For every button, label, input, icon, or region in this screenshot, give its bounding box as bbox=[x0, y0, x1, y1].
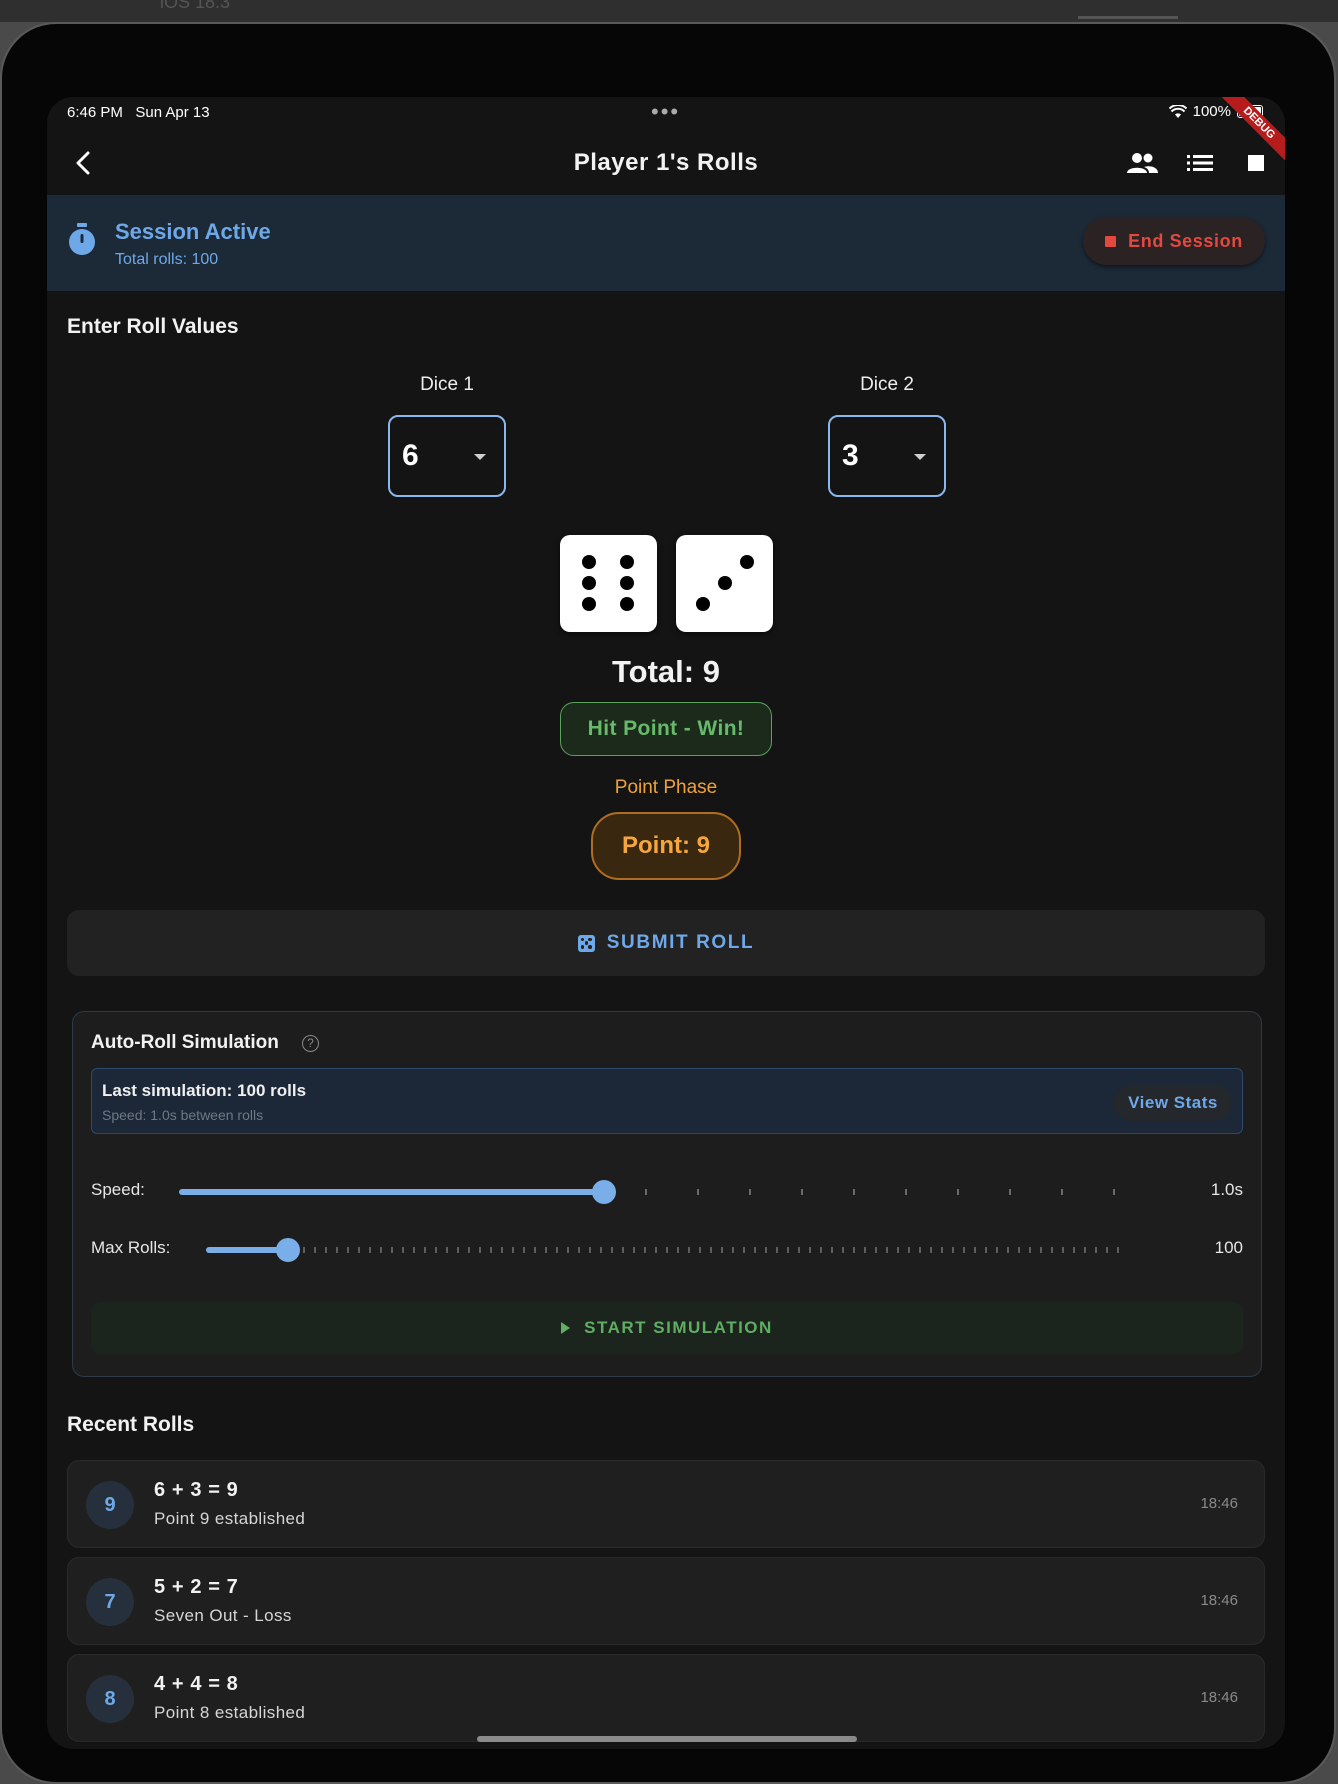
dice-icon bbox=[577, 934, 595, 952]
list-icon[interactable] bbox=[1182, 145, 1218, 181]
tablet-bezel: 6:46 PM Sun Apr 13 ••• 100% DEBUG Player… bbox=[0, 22, 1336, 1784]
speed-fill bbox=[179, 1189, 604, 1195]
app-bar: Player 1's Rolls bbox=[47, 129, 1285, 197]
window-title-remnant: iOS 18.3 bbox=[160, 0, 231, 12]
roll-description: Point 8 established bbox=[154, 1703, 306, 1722]
list-item[interactable]: 9 6 + 3 = 9 Point 9 established 18:46 bbox=[67, 1460, 1265, 1548]
roll-time: 18:46 bbox=[1200, 1689, 1238, 1706]
list-item[interactable]: 7 5 + 2 = 7 Seven Out - Loss 18:46 bbox=[67, 1557, 1265, 1645]
auto-roll-title: Auto-Roll Simulation bbox=[91, 1032, 279, 1053]
window-divider bbox=[1078, 16, 1178, 19]
max-rolls-value: 100 bbox=[1214, 1238, 1243, 1257]
clock-time: 6:46 PM bbox=[67, 104, 123, 121]
point-badge: Point: 9 bbox=[591, 812, 741, 880]
session-total-rolls: Total rolls: 100 bbox=[115, 251, 219, 268]
roll-total-circle: 7 bbox=[86, 1578, 134, 1626]
stop-square-icon bbox=[1105, 235, 1117, 247]
speed-label: Speed: bbox=[91, 1180, 145, 1199]
session-title: Session Active bbox=[115, 219, 271, 244]
speed-thumb[interactable] bbox=[592, 1180, 616, 1204]
desktop-window-strip: iOS 18.3 bbox=[0, 0, 1338, 22]
chevron-down-icon bbox=[914, 454, 926, 460]
dice1-label: Dice 1 bbox=[420, 374, 474, 395]
die-six-icon bbox=[560, 535, 657, 632]
clock-date: Sun Apr 13 bbox=[135, 104, 210, 121]
last-simulation-speed: Speed: 1.0s between rolls bbox=[102, 1107, 264, 1123]
start-simulation-button[interactable]: START SIMULATION bbox=[91, 1302, 1243, 1354]
roll-description: Seven Out - Loss bbox=[154, 1606, 292, 1625]
roll-equation: 4 + 4 = 8 bbox=[154, 1673, 239, 1695]
roll-total: Total: 9 bbox=[612, 654, 720, 689]
speed-value: 1.0s bbox=[1210, 1180, 1243, 1199]
play-icon bbox=[561, 1322, 571, 1334]
chevron-down-icon bbox=[474, 454, 486, 460]
auto-roll-card: Auto-Roll Simulation ? Last simulation: … bbox=[72, 1011, 1262, 1377]
roll-total-circle: 9 bbox=[86, 1481, 134, 1529]
submit-roll-label: SUBMIT ROLL bbox=[606, 932, 755, 953]
roll-equation: 5 + 2 = 7 bbox=[154, 1576, 239, 1598]
dice1-select[interactable]: 6 bbox=[388, 415, 506, 497]
device-screen: 6:46 PM Sun Apr 13 ••• 100% DEBUG Player… bbox=[47, 97, 1285, 1749]
help-icon[interactable]: ? bbox=[302, 1035, 319, 1052]
submit-roll-button[interactable]: SUBMIT ROLL bbox=[67, 910, 1265, 976]
roll-equation: 6 + 3 = 9 bbox=[154, 1479, 239, 1501]
max-rolls-slider[interactable] bbox=[206, 1238, 1122, 1262]
multitasking-dots-icon[interactable]: ••• bbox=[651, 99, 680, 125]
start-simulation-label: START SIMULATION bbox=[584, 1318, 773, 1337]
roll-time: 18:46 bbox=[1200, 1592, 1238, 1609]
stop-icon[interactable] bbox=[1238, 145, 1274, 181]
page-title: Player 1's Rolls bbox=[573, 149, 759, 176]
wifi-icon bbox=[1168, 104, 1187, 118]
dice1-value: 6 bbox=[402, 439, 419, 472]
enter-roll-heading: Enter Roll Values bbox=[67, 315, 239, 338]
people-icon[interactable] bbox=[1124, 145, 1160, 181]
end-session-button[interactable]: End Session bbox=[1083, 217, 1265, 265]
dice2-label: Dice 2 bbox=[860, 374, 914, 395]
list-item[interactable]: 8 4 + 4 = 8 Point 8 established 18:46 bbox=[67, 1654, 1265, 1742]
status-time: 6:46 PM Sun Apr 13 bbox=[67, 104, 210, 121]
max-rolls-thumb[interactable] bbox=[276, 1238, 300, 1262]
speed-slider[interactable] bbox=[179, 1180, 1123, 1204]
dice2-select[interactable]: 3 bbox=[828, 415, 946, 497]
phase-label: Point Phase bbox=[614, 777, 718, 798]
recent-rolls-heading: Recent Rolls bbox=[67, 1413, 195, 1436]
result-badge: Hit Point - Win! bbox=[560, 702, 772, 756]
status-bar: 6:46 PM Sun Apr 13 ••• 100% DEBUG bbox=[47, 97, 1285, 172]
max-rolls-track bbox=[206, 1247, 1122, 1253]
battery-percent: 100% bbox=[1192, 103, 1231, 120]
end-session-label: End Session bbox=[1128, 230, 1243, 251]
max-rolls-label: Max Rolls: bbox=[91, 1238, 171, 1257]
session-banner: Session Active Total rolls: 100 End Sess… bbox=[47, 195, 1285, 291]
dice2-value: 3 bbox=[842, 439, 859, 472]
view-stats-button[interactable]: View Stats bbox=[1114, 1085, 1232, 1121]
roll-time: 18:46 bbox=[1200, 1495, 1238, 1512]
last-simulation-text: Last simulation: 100 rolls bbox=[102, 1081, 307, 1100]
last-simulation-panel: Last simulation: 100 rolls Speed: 1.0s b… bbox=[91, 1068, 1243, 1134]
roll-total-circle: 8 bbox=[86, 1675, 134, 1723]
die-three-icon bbox=[676, 535, 773, 632]
roll-description: Point 9 established bbox=[154, 1509, 306, 1528]
home-indicator[interactable] bbox=[477, 1736, 857, 1742]
stopwatch-icon bbox=[69, 223, 95, 255]
